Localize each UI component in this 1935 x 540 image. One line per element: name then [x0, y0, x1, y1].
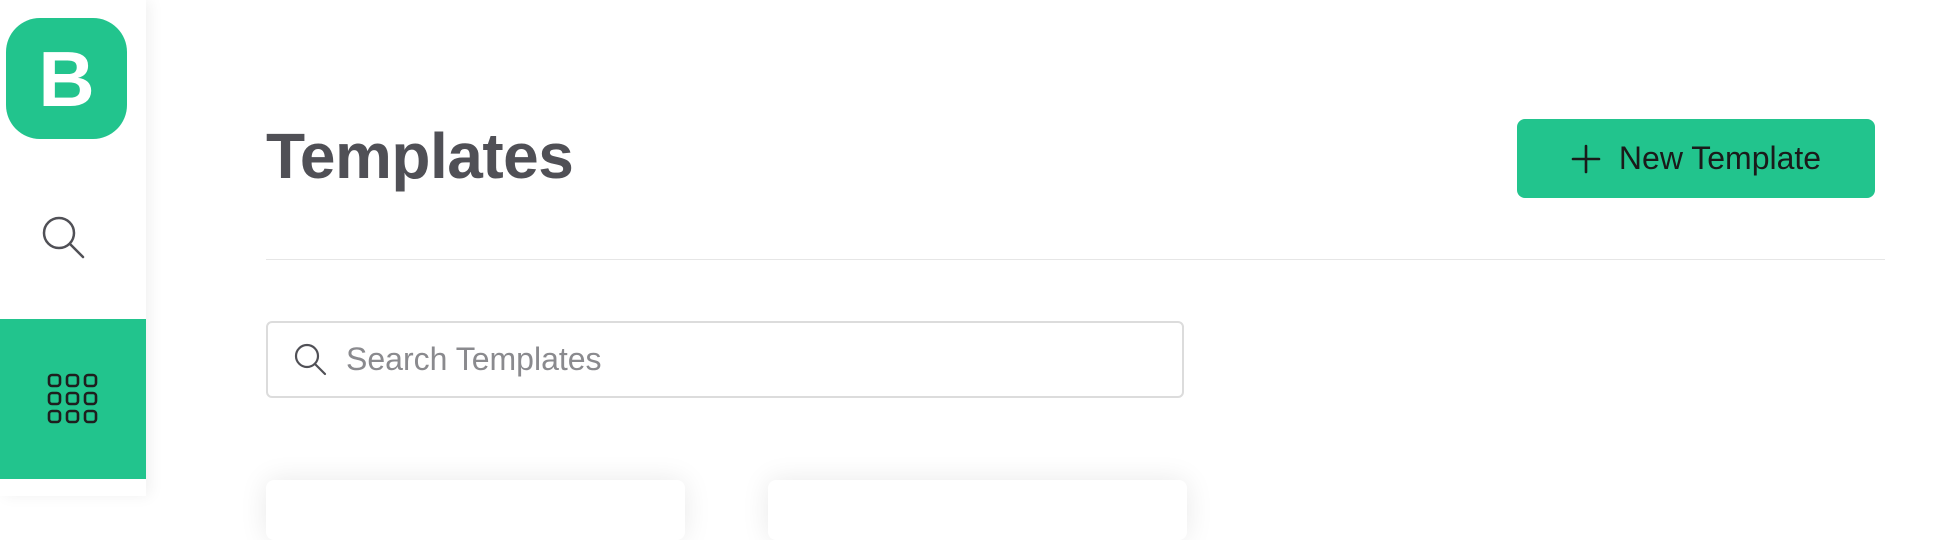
- search-input[interactable]: [344, 322, 1182, 397]
- search-icon: [290, 339, 332, 381]
- sidebar: B: [0, 0, 146, 496]
- template-card[interactable]: [768, 480, 1187, 540]
- logo-letter: B: [38, 34, 95, 123]
- search-field[interactable]: [266, 321, 1184, 398]
- page-title: Templates: [266, 120, 574, 192]
- search-icon: [42, 216, 85, 259]
- template-card[interactable]: [266, 480, 685, 540]
- header-divider: [266, 259, 1885, 260]
- sidebar-item-templates[interactable]: [0, 319, 146, 479]
- new-template-button[interactable]: New Template: [1517, 119, 1875, 198]
- new-template-label: New Template: [1618, 140, 1822, 176]
- app-logo[interactable]: B: [6, 18, 127, 139]
- grid-icon: [47, 373, 98, 424]
- plus-icon: [1571, 144, 1601, 173]
- main-content: Templates New Template: [146, 0, 1935, 540]
- sidebar-item-search[interactable]: [34, 208, 94, 268]
